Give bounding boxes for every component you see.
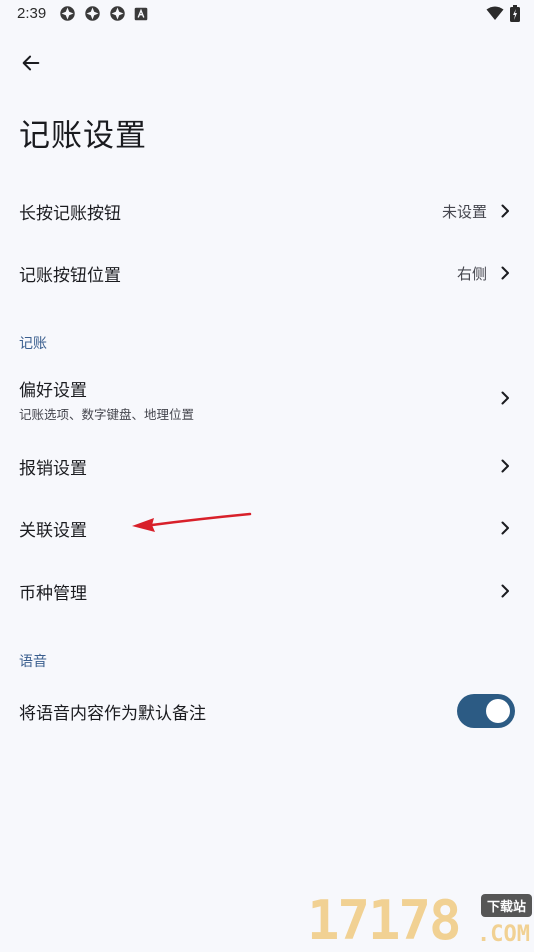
chevron-right-icon <box>501 459 509 473</box>
keyboard-notification-icon <box>134 7 148 20</box>
system-status-icons <box>486 5 520 22</box>
voice-note-toggle[interactable] <box>457 694 515 728</box>
long-press-button-value: 未设置 <box>441 202 487 221</box>
page-title: 记账设置 <box>19 118 147 154</box>
battery-icon <box>510 5 520 22</box>
chevron-right-icon <box>501 391 509 405</box>
button-position-row[interactable]: 记账按钮位置 右侧 <box>0 242 534 304</box>
watermark-digits: 17178 <box>307 889 462 952</box>
association-label: 关联设置 <box>19 520 87 541</box>
chevron-right-icon <box>501 266 509 280</box>
watermark-badge: 下载站 <box>480 894 532 917</box>
voice-note-row[interactable]: 将语音内容作为默认备注 <box>0 680 534 742</box>
association-row[interactable]: 关联设置 <box>0 497 534 559</box>
watermark-logo: 17178 下载站 .COM <box>307 892 532 950</box>
back-button[interactable] <box>12 44 50 82</box>
long-press-button-label: 长按记账按钮 <box>19 203 121 224</box>
reimbursement-label: 报销设置 <box>19 458 87 479</box>
app-notification-icon <box>110 6 125 21</box>
notification-icons <box>59 5 148 22</box>
section-header-bookkeeping: 记账 <box>19 336 47 352</box>
section-header-voice: 语音 <box>19 654 47 670</box>
preferences-label: 偏好设置 <box>19 381 87 401</box>
annotation-arrow-icon <box>132 512 252 532</box>
preferences-row[interactable]: 偏好设置 记账选项、数字键盘、地理位置 <box>0 364 534 432</box>
wifi-icon <box>486 6 504 20</box>
button-position-label: 记账按钮位置 <box>19 265 121 286</box>
app-notification-icon <box>85 6 100 21</box>
currency-label: 币种管理 <box>19 583 87 604</box>
currency-row[interactable]: 币种管理 <box>0 560 534 622</box>
long-press-button-row[interactable]: 长按记账按钮 未设置 <box>0 180 534 242</box>
toggle-knob <box>486 699 510 723</box>
voice-note-label: 将语音内容作为默认备注 <box>19 703 206 724</box>
app-notification-icon <box>60 6 75 21</box>
reimbursement-row[interactable]: 报销设置 <box>0 435 534 497</box>
watermark-suffix: .COM <box>477 922 530 947</box>
status-bar: 2:39 <box>0 0 534 28</box>
chevron-right-icon <box>501 584 509 598</box>
chevron-right-icon <box>501 521 509 535</box>
status-time: 2:39 <box>17 5 47 22</box>
chevron-right-icon <box>501 204 509 218</box>
button-position-value: 右侧 <box>456 264 487 283</box>
arrow-left-icon <box>22 55 40 71</box>
preferences-subtitle: 记账选项、数字键盘、地理位置 <box>19 407 195 422</box>
